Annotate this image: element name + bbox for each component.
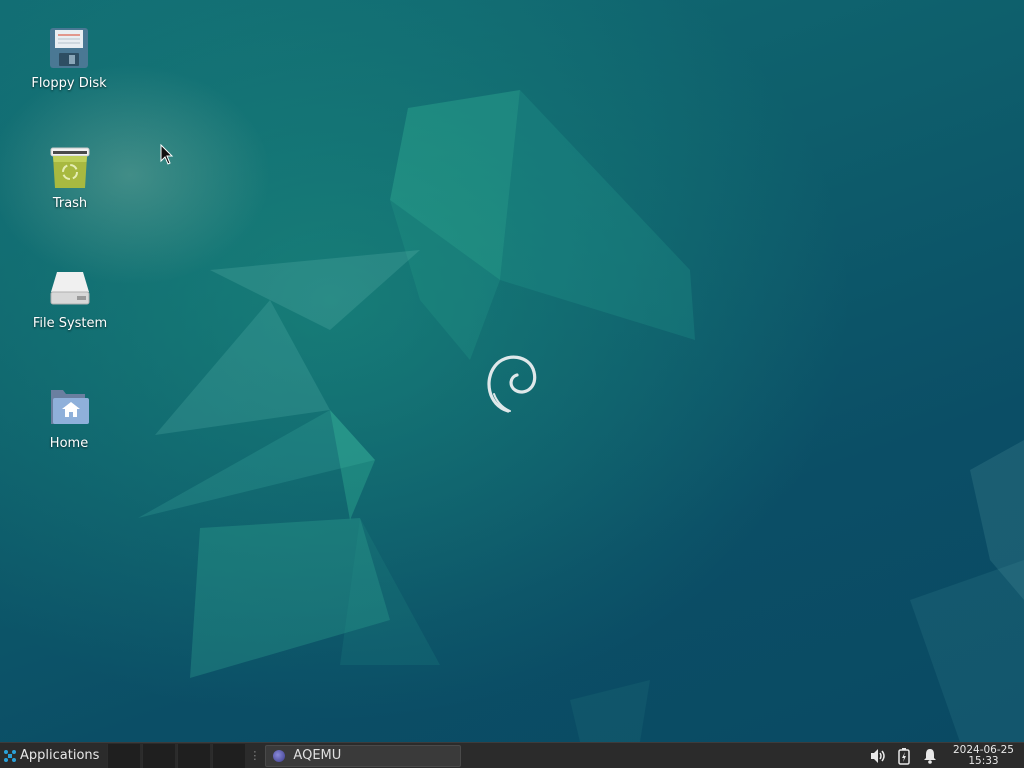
desktop-icon-home[interactable]: Home	[14, 386, 124, 451]
system-tray: 2024-06-25 15:33	[867, 743, 1024, 768]
desktop-icon-file-system[interactable]: File System	[15, 266, 125, 331]
volume-icon[interactable]	[867, 745, 889, 767]
home-folder-icon	[47, 386, 91, 430]
desktop-icon-trash[interactable]: Trash	[15, 146, 125, 211]
drive-icon	[48, 266, 92, 310]
workspace-3[interactable]	[177, 743, 211, 768]
desktop-icon-label: Home	[49, 436, 89, 451]
trash-icon	[48, 146, 92, 190]
desktop-icon-label: Floppy Disk	[31, 76, 107, 91]
taskbar-window-aqemu[interactable]: AQEMU	[265, 744, 462, 767]
clock-time: 15:33	[968, 754, 999, 767]
debian-swirl-logo	[487, 355, 537, 413]
workspace-4[interactable]	[212, 743, 246, 768]
power-icon[interactable]	[893, 745, 915, 767]
xfce-menu-icon	[4, 749, 16, 762]
clock[interactable]: 2024-06-25 15:33	[952, 743, 1014, 767]
applications-menu-button[interactable]: Applications	[0, 743, 103, 768]
floppy-disk-icon	[47, 26, 91, 70]
aqemu-icon	[273, 749, 286, 762]
workspace-1[interactable]	[107, 743, 141, 768]
desktop-icon-label: Trash	[52, 196, 88, 211]
clock-date: 2024-06-25	[952, 743, 1014, 756]
desktop-icon-label: File System	[32, 316, 108, 331]
panel-separator: ⋮	[249, 749, 261, 762]
notification-bell-icon[interactable]	[919, 745, 941, 767]
window-title: AQEMU	[293, 748, 342, 763]
desktop[interactable]: Floppy Disk Trash File System Home	[0, 0, 1024, 742]
applications-label: Applications	[20, 748, 100, 763]
workspace-2[interactable]	[142, 743, 176, 768]
mouse-cursor-icon	[160, 144, 174, 165]
desktop-icon-floppy-disk[interactable]: Floppy Disk	[14, 26, 124, 91]
wallpaper-art	[138, 90, 1024, 742]
taskbar: Applications ⋮ AQEMU 2024-06-25 15:33	[0, 742, 1024, 768]
